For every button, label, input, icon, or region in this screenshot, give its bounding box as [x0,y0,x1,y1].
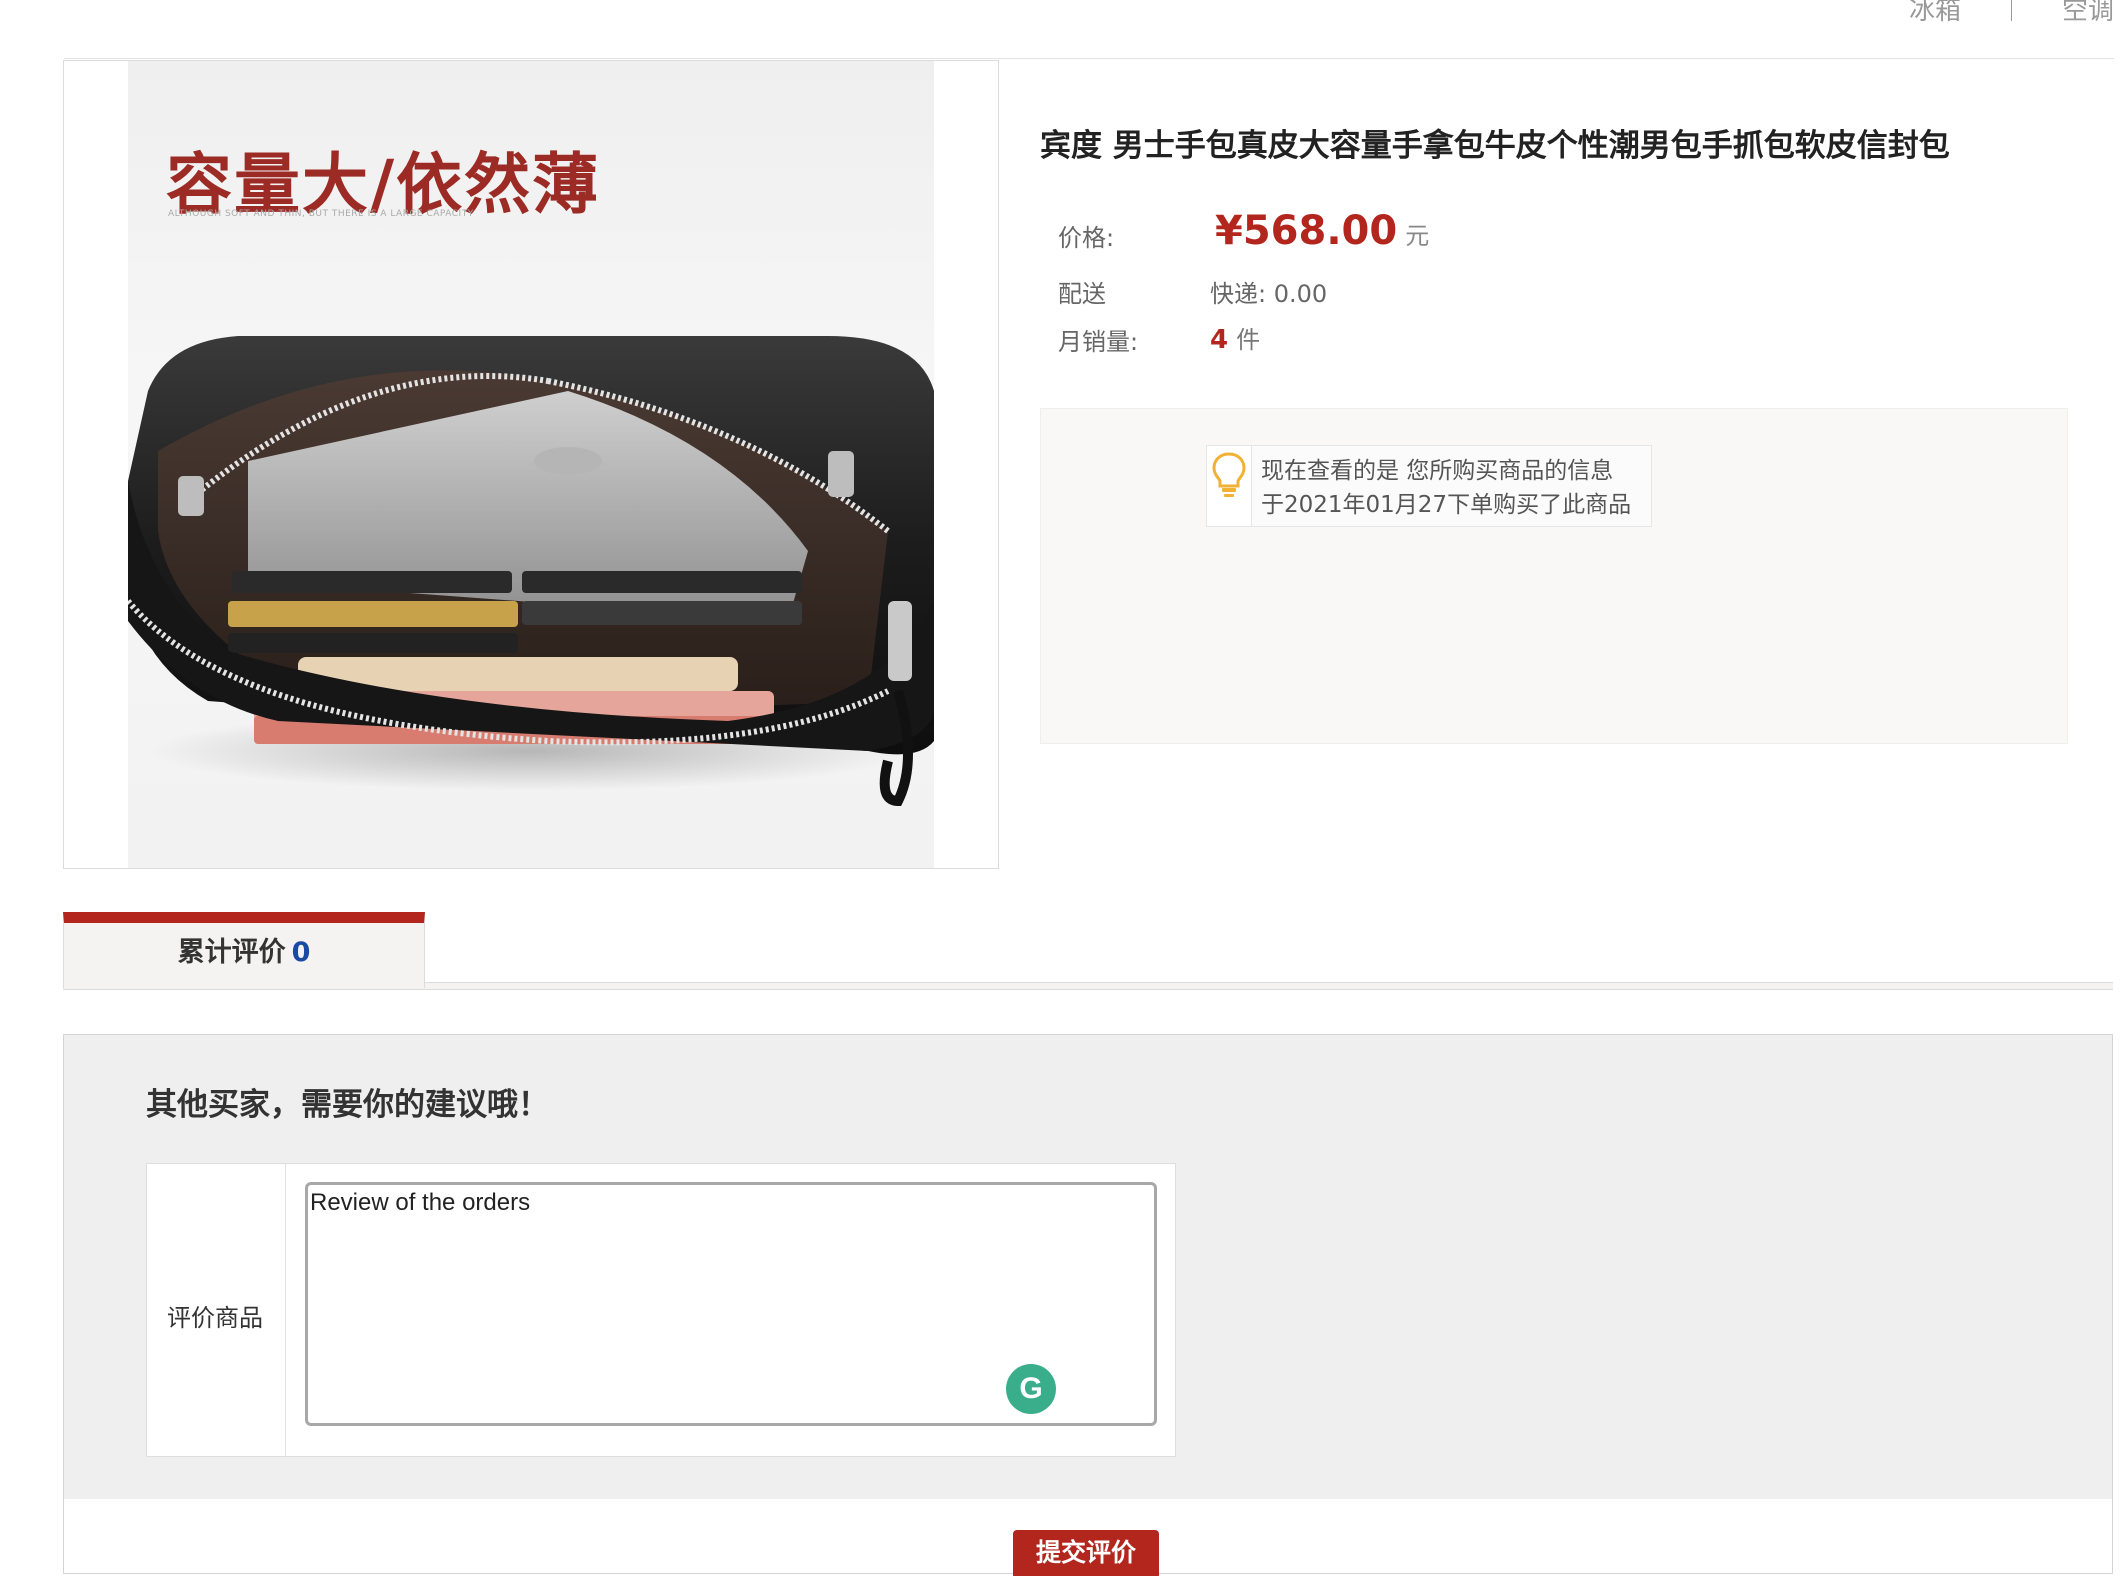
purchase-notice: 现在查看的是 您所购买商品的信息 于2021年01月27下单购买了此商品 [1206,445,1652,527]
shipping-label: 配送 [1058,280,1106,308]
lightbulb-icon [1207,446,1252,526]
notice-text: 现在查看的是 您所购买商品的信息 于2021年01月27下单购买了此商品 [1261,454,1631,522]
clutch-bag-illustration [128,336,934,807]
tab-label: 累计评价 [177,937,286,968]
review-count: 0 [291,937,311,968]
price-value: ¥568.00 元 [1215,208,1429,254]
price-label: 价格: [1058,224,1115,252]
top-nav-item-fridge[interactable]: 冰箱 [1909,0,1961,27]
product-title: 宾度 男士手包真皮大容量手拿包牛皮个性潮男包手抓包软皮信封包 [1040,128,1950,164]
product-image[interactable]: 容量大/依然薄 ALTHOUGH SOFT AND THIN, BUT THER… [128,61,934,868]
review-field-label: 评价商品 [167,1304,263,1332]
review-label-cell: 评价商品 [147,1164,286,1456]
top-nav-item-ac[interactable]: 空调 [2062,0,2114,27]
product-gallery: 容量大/依然薄 ALTHOUGH SOFT AND THIN, BUT THER… [63,60,999,869]
top-nav: 冰箱 空调 [1909,0,2128,28]
review-form-table: 评价商品 Review of the orders [146,1163,1176,1457]
shipping-value: 快递: 0.00 [1210,280,1328,308]
monthly-sales-label: 月销量: [1058,328,1139,356]
notice-line-1: 现在查看的是 您所购买商品的信息 [1261,458,1614,484]
submit-review-button[interactable]: 提交评价 [1013,1530,1159,1576]
price-amount: ¥568.00 [1215,208,1398,254]
top-nav-divider [2010,0,2012,21]
monthly-sales-count: 4 [1210,325,1229,355]
grammarly-icon[interactable]: G [1006,1364,1056,1414]
review-section: 其他买家，需要你的建议哦！ 评价商品 Review of the orders [63,1034,2113,1574]
notice-line-2: 于2021年01月27下单购买了此商品 [1261,492,1632,518]
monthly-sales-value: 4件 [1210,320,1260,355]
purchase-notice-panel: 现在查看的是 您所购买商品的信息 于2021年01月27下单购买了此商品 [1040,408,2068,744]
review-heading: 其他买家，需要你的建议哦！ [146,1087,549,1123]
review-form-area: 其他买家，需要你的建议哦！ 评价商品 Review of the orders [64,1035,2112,1499]
top-divider [64,58,2114,59]
monthly-sales-unit: 件 [1236,326,1261,354]
price-unit: 元 [1405,222,1430,250]
tab-cumulative-reviews[interactable]: 累计评价 0 [63,912,425,988]
